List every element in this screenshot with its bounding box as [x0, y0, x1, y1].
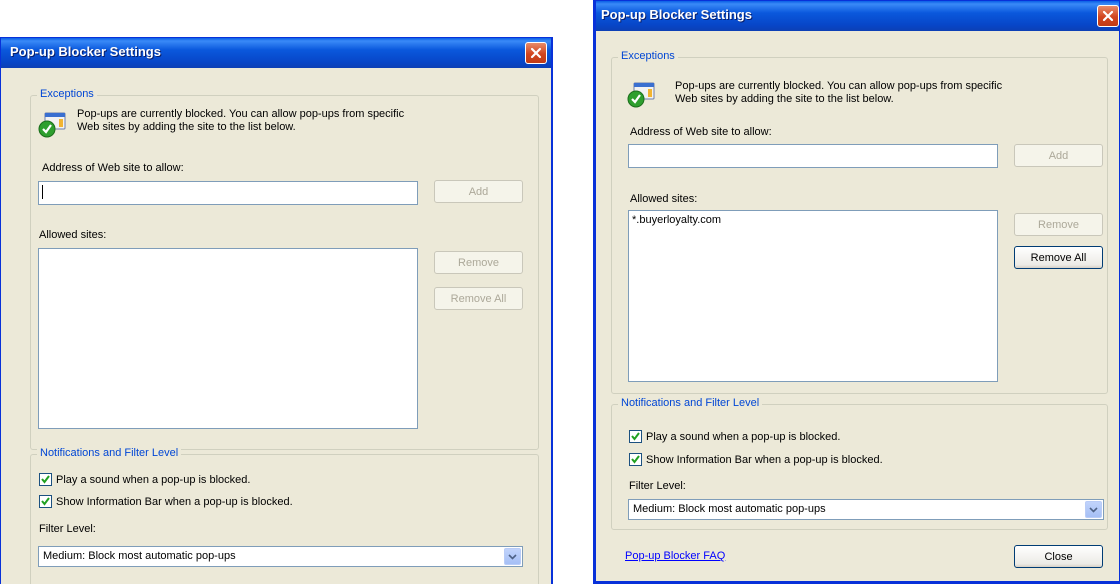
filter-level-value: Medium: Block most automatic pop-ups [633, 503, 826, 515]
close-icon [530, 47, 542, 59]
close-dialog-button[interactable]: Close [1014, 545, 1103, 568]
play-sound-option[interactable]: Play a sound when a pop-up is blocked. [39, 473, 250, 486]
remove-all-button[interactable]: Remove All [1014, 246, 1103, 269]
notifications-legend: Notifications and Filter Level [618, 397, 763, 409]
dropdown-arrow-button[interactable] [504, 548, 521, 565]
exceptions-legend: Exceptions [618, 50, 678, 62]
play-sound-checkbox[interactable] [39, 473, 52, 486]
remove-all-button[interactable]: Remove All [434, 287, 523, 310]
popup-blocker-dialog-right: Pop-up Blocker Settings Exceptions Pop-u… [593, 0, 1120, 584]
address-label: Address of Web site to allow: [42, 162, 184, 174]
remove-button[interactable]: Remove [434, 251, 523, 274]
checkmark-icon [631, 432, 640, 441]
info-line-1: Pop-ups are currently blocked. You can a… [77, 108, 405, 120]
play-sound-option[interactable]: Play a sound when a pop-up is blocked. [629, 430, 840, 443]
play-sound-checkbox[interactable] [629, 430, 642, 443]
dialog-title: Pop-up Blocker Settings [10, 44, 161, 59]
filter-level-label: Filter Level: [629, 480, 686, 492]
chevron-down-icon [1089, 506, 1098, 513]
info-line-2: Web sites by adding the site to the list… [77, 121, 296, 133]
title-bar[interactable]: Pop-up Blocker Settings [596, 1, 1119, 31]
info-bar-checkbox[interactable] [629, 453, 642, 466]
allowed-sites-label: Allowed sites: [39, 229, 107, 241]
address-input[interactable] [628, 144, 998, 168]
info-bar-option[interactable]: Show Information Bar when a pop-up is bl… [629, 453, 883, 466]
checkmark-icon [41, 497, 50, 506]
exceptions-info: Pop-ups are currently blocked. You can a… [675, 80, 1002, 106]
add-button[interactable]: Add [1014, 144, 1103, 167]
address-input[interactable] [38, 181, 418, 205]
close-icon [1102, 10, 1114, 22]
notifications-legend: Notifications and Filter Level [37, 447, 182, 459]
allowed-site-item[interactable]: *.buyerloyalty.com [632, 214, 721, 226]
faq-link[interactable]: Pop-up Blocker FAQ [625, 550, 725, 562]
filter-level-label: Filter Level: [39, 523, 96, 535]
exceptions-info: Pop-ups are currently blocked. You can a… [77, 108, 404, 134]
dropdown-arrow-button[interactable] [1085, 501, 1102, 518]
info-bar-option[interactable]: Show Information Bar when a pop-up is bl… [39, 495, 293, 508]
info-bar-label: Show Information Bar when a pop-up is bl… [56, 495, 293, 508]
filter-level-select[interactable]: Medium: Block most automatic pop-ups [628, 499, 1104, 520]
popup-blocker-dialog-left: Pop-up Blocker Settings Exceptions Pop-u… [0, 37, 553, 584]
text-caret [42, 185, 43, 199]
allowed-sites-label: Allowed sites: [630, 193, 698, 205]
remove-button[interactable]: Remove [1014, 213, 1103, 236]
allowed-sites-list[interactable] [38, 248, 418, 429]
info-bar-label: Show Information Bar when a pop-up is bl… [646, 453, 883, 466]
play-sound-label: Play a sound when a pop-up is blocked. [56, 473, 251, 486]
checkmark-icon [631, 455, 640, 464]
info-bar-checkbox[interactable] [39, 495, 52, 508]
filter-level-value: Medium: Block most automatic pop-ups [43, 550, 236, 562]
filter-level-select[interactable]: Medium: Block most automatic pop-ups [38, 546, 523, 567]
address-label: Address of Web site to allow: [630, 126, 772, 138]
exceptions-legend: Exceptions [37, 88, 97, 100]
info-line-1: Pop-ups are currently blocked. You can a… [675, 80, 1003, 92]
add-button[interactable]: Add [434, 180, 523, 203]
chevron-down-icon [508, 553, 517, 560]
title-bar[interactable]: Pop-up Blocker Settings [1, 38, 551, 68]
checkmark-icon [41, 475, 50, 484]
close-button[interactable] [1097, 5, 1119, 27]
dialog-title: Pop-up Blocker Settings [601, 7, 752, 22]
shield-check-icon [627, 82, 655, 108]
close-button[interactable] [525, 42, 547, 64]
shield-check-icon [38, 112, 66, 138]
info-line-2: Web sites by adding the site to the list… [675, 93, 894, 105]
allowed-sites-list[interactable]: *.buyerloyalty.com [628, 210, 998, 382]
play-sound-label: Play a sound when a pop-up is blocked. [646, 430, 841, 443]
